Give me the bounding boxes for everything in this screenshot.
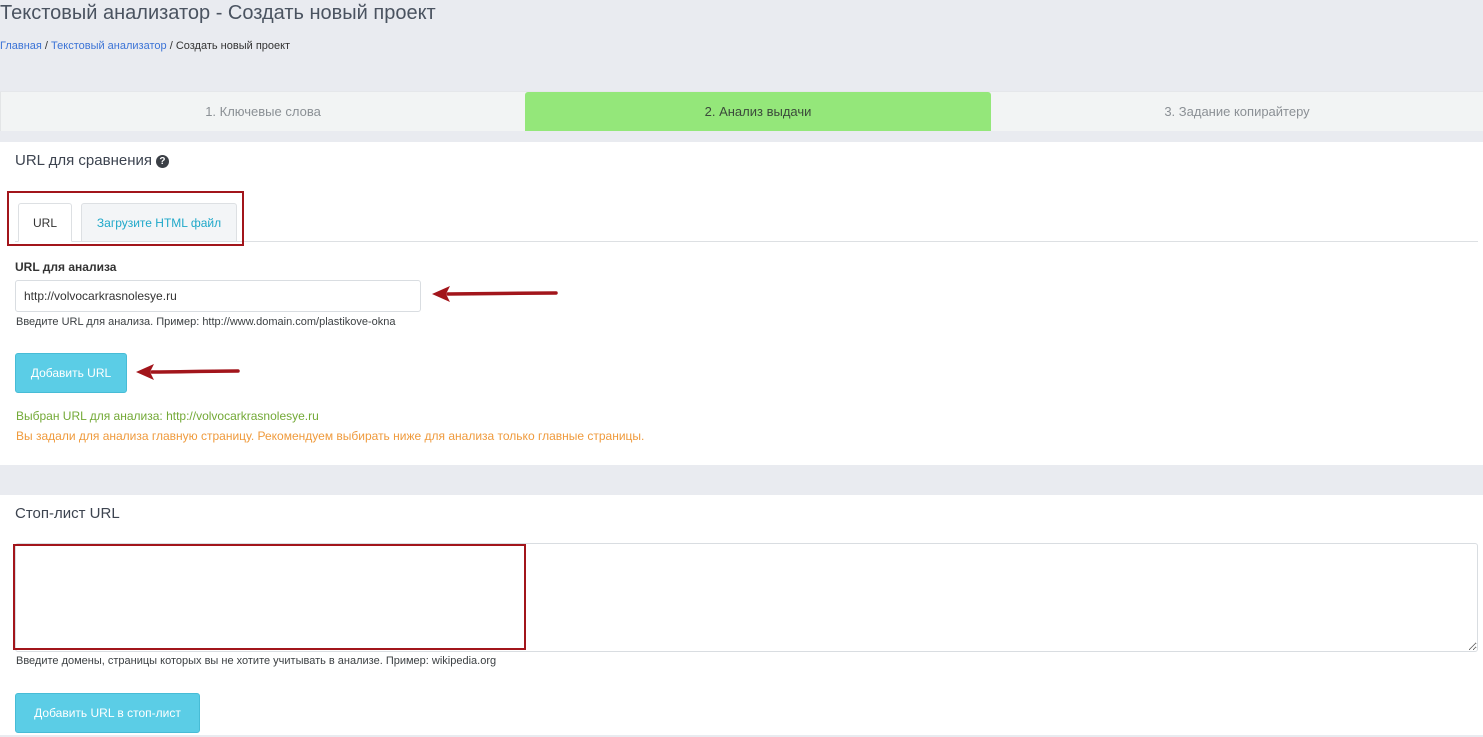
- breadcrumb-current: Создать новый проект: [175, 40, 291, 52]
- url-input[interactable]: [15, 280, 421, 312]
- breadcrumb-separator: /: [166, 40, 176, 52]
- url-field-label: URL для анализа: [15, 260, 117, 274]
- breadcrumb-home-link[interactable]: Главная: [0, 40, 42, 52]
- wizard-steps: 1. Ключевые слова 2. Анализ выдачи 3. За…: [0, 91, 1483, 131]
- homepage-warning-message: Вы задали для анализа главную страницу. …: [16, 429, 645, 443]
- selected-url-message: Выбран URL для анализа: http://volvocark…: [16, 409, 319, 423]
- breadcrumb-parent-link[interactable]: Текстовый анализатор: [51, 40, 167, 52]
- stoplist-hint: Введите домены, страницы которых вы не х…: [16, 655, 497, 667]
- breadcrumb: Главная / Текстовый анализатор / Создать…: [0, 40, 290, 52]
- annotation-highlight-textarea: [13, 544, 526, 650]
- url-hint: Введите URL для анализа. Пример: http://…: [16, 316, 396, 328]
- annotation-highlight-tabs: [7, 191, 244, 246]
- add-url-button[interactable]: Добавить URL: [15, 353, 127, 393]
- step-keywords[interactable]: 1. Ключевые слова: [0, 92, 525, 131]
- compare-url-panel: URL для сравнения? URL Загрузите HTML фа…: [0, 142, 1483, 465]
- annotation-arrow-left-icon: [432, 286, 558, 302]
- compare-section-title: URL для сравнения?: [15, 152, 169, 169]
- step-serp-analysis[interactable]: 2. Анализ выдачи: [525, 92, 991, 131]
- question-circle-icon[interactable]: ?: [155, 155, 169, 168]
- breadcrumb-separator: /: [41, 40, 52, 52]
- annotation-arrow-left-icon: [136, 364, 240, 380]
- stoplist-section-title: Стоп-лист URL: [15, 505, 120, 522]
- page-title: Текстовый анализатор - Создать новый про…: [0, 2, 436, 24]
- add-to-stoplist-button[interactable]: Добавить URL в стоп-лист: [15, 693, 200, 733]
- stoplist-panel: Стоп-лист URL Введите домены, страницы к…: [0, 495, 1483, 735]
- step-copywriter-task[interactable]: 3. Задание копирайтеру: [991, 92, 1483, 131]
- compare-section-title-text: URL для сравнения: [15, 152, 152, 169]
